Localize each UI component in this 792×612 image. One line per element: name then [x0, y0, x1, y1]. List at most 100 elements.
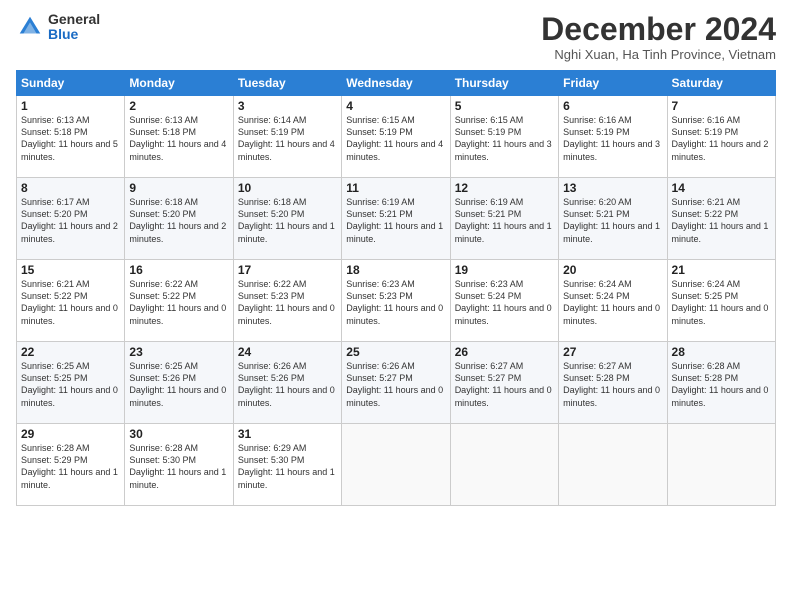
cell-info: Sunrise: 6:26 AM Sunset: 5:27 PM Dayligh…: [346, 360, 445, 409]
day-number: 1: [21, 99, 120, 113]
day-number: 21: [672, 263, 771, 277]
calendar-cell: 19 Sunrise: 6:23 AM Sunset: 5:24 PM Dayl…: [450, 260, 558, 342]
day-number: 9: [129, 181, 228, 195]
calendar-cell: 25 Sunrise: 6:26 AM Sunset: 5:27 PM Dayl…: [342, 342, 450, 424]
day-number: 2: [129, 99, 228, 113]
calendar-cell: 22 Sunrise: 6:25 AM Sunset: 5:25 PM Dayl…: [17, 342, 125, 424]
day-number: 4: [346, 99, 445, 113]
day-number: 30: [129, 427, 228, 441]
day-number: 8: [21, 181, 120, 195]
calendar-cell: [559, 424, 667, 506]
day-number: 20: [563, 263, 662, 277]
cell-info: Sunrise: 6:18 AM Sunset: 5:20 PM Dayligh…: [238, 196, 337, 245]
day-number: 22: [21, 345, 120, 359]
cell-info: Sunrise: 6:25 AM Sunset: 5:25 PM Dayligh…: [21, 360, 120, 409]
calendar-cell: [450, 424, 558, 506]
logo-general: General: [48, 12, 100, 27]
logo-blue: Blue: [48, 27, 100, 42]
calendar-cell: 3 Sunrise: 6:14 AM Sunset: 5:19 PM Dayli…: [233, 96, 341, 178]
calendar-cell: 14 Sunrise: 6:21 AM Sunset: 5:22 PM Dayl…: [667, 178, 775, 260]
calendar-cell: 28 Sunrise: 6:28 AM Sunset: 5:28 PM Dayl…: [667, 342, 775, 424]
cell-info: Sunrise: 6:17 AM Sunset: 5:20 PM Dayligh…: [21, 196, 120, 245]
month-title: December 2024: [541, 12, 776, 47]
cell-info: Sunrise: 6:28 AM Sunset: 5:29 PM Dayligh…: [21, 442, 120, 491]
weekday-header-wednesday: Wednesday: [342, 71, 450, 96]
day-number: 13: [563, 181, 662, 195]
calendar-cell: 13 Sunrise: 6:20 AM Sunset: 5:21 PM Dayl…: [559, 178, 667, 260]
calendar-cell: 29 Sunrise: 6:28 AM Sunset: 5:29 PM Dayl…: [17, 424, 125, 506]
cell-info: Sunrise: 6:14 AM Sunset: 5:19 PM Dayligh…: [238, 114, 337, 163]
cell-info: Sunrise: 6:26 AM Sunset: 5:26 PM Dayligh…: [238, 360, 337, 409]
cell-info: Sunrise: 6:27 AM Sunset: 5:28 PM Dayligh…: [563, 360, 662, 409]
calendar-cell: 17 Sunrise: 6:22 AM Sunset: 5:23 PM Dayl…: [233, 260, 341, 342]
title-block: December 2024 Nghi Xuan, Ha Tinh Provinc…: [541, 12, 776, 62]
day-number: 23: [129, 345, 228, 359]
calendar-cell: 4 Sunrise: 6:15 AM Sunset: 5:19 PM Dayli…: [342, 96, 450, 178]
calendar-cell: 12 Sunrise: 6:19 AM Sunset: 5:21 PM Dayl…: [450, 178, 558, 260]
calendar-cell: 20 Sunrise: 6:24 AM Sunset: 5:24 PM Dayl…: [559, 260, 667, 342]
calendar-cell: 5 Sunrise: 6:15 AM Sunset: 5:19 PM Dayli…: [450, 96, 558, 178]
calendar-week-row: 1 Sunrise: 6:13 AM Sunset: 5:18 PM Dayli…: [17, 96, 776, 178]
day-number: 10: [238, 181, 337, 195]
cell-info: Sunrise: 6:13 AM Sunset: 5:18 PM Dayligh…: [21, 114, 120, 163]
cell-info: Sunrise: 6:29 AM Sunset: 5:30 PM Dayligh…: [238, 442, 337, 491]
cell-info: Sunrise: 6:20 AM Sunset: 5:21 PM Dayligh…: [563, 196, 662, 245]
day-number: 29: [21, 427, 120, 441]
cell-info: Sunrise: 6:25 AM Sunset: 5:26 PM Dayligh…: [129, 360, 228, 409]
day-number: 3: [238, 99, 337, 113]
calendar-cell: 2 Sunrise: 6:13 AM Sunset: 5:18 PM Dayli…: [125, 96, 233, 178]
calendar-cell: 7 Sunrise: 6:16 AM Sunset: 5:19 PM Dayli…: [667, 96, 775, 178]
day-number: 25: [346, 345, 445, 359]
calendar-week-row: 29 Sunrise: 6:28 AM Sunset: 5:29 PM Dayl…: [17, 424, 776, 506]
calendar-week-row: 15 Sunrise: 6:21 AM Sunset: 5:22 PM Dayl…: [17, 260, 776, 342]
calendar-cell: 18 Sunrise: 6:23 AM Sunset: 5:23 PM Dayl…: [342, 260, 450, 342]
calendar-cell: 31 Sunrise: 6:29 AM Sunset: 5:30 PM Dayl…: [233, 424, 341, 506]
calendar-cell: 6 Sunrise: 6:16 AM Sunset: 5:19 PM Dayli…: [559, 96, 667, 178]
day-number: 6: [563, 99, 662, 113]
cell-info: Sunrise: 6:16 AM Sunset: 5:19 PM Dayligh…: [563, 114, 662, 163]
day-number: 27: [563, 345, 662, 359]
cell-info: Sunrise: 6:21 AM Sunset: 5:22 PM Dayligh…: [672, 196, 771, 245]
day-number: 11: [346, 181, 445, 195]
calendar-cell: 10 Sunrise: 6:18 AM Sunset: 5:20 PM Dayl…: [233, 178, 341, 260]
cell-info: Sunrise: 6:23 AM Sunset: 5:24 PM Dayligh…: [455, 278, 554, 327]
cell-info: Sunrise: 6:27 AM Sunset: 5:27 PM Dayligh…: [455, 360, 554, 409]
calendar-cell: 21 Sunrise: 6:24 AM Sunset: 5:25 PM Dayl…: [667, 260, 775, 342]
weekday-header-thursday: Thursday: [450, 71, 558, 96]
day-number: 24: [238, 345, 337, 359]
calendar-week-row: 8 Sunrise: 6:17 AM Sunset: 5:20 PM Dayli…: [17, 178, 776, 260]
day-number: 16: [129, 263, 228, 277]
weekday-header-monday: Monday: [125, 71, 233, 96]
logo-text: General Blue: [48, 12, 100, 43]
cell-info: Sunrise: 6:21 AM Sunset: 5:22 PM Dayligh…: [21, 278, 120, 327]
cell-info: Sunrise: 6:19 AM Sunset: 5:21 PM Dayligh…: [346, 196, 445, 245]
day-number: 28: [672, 345, 771, 359]
day-number: 19: [455, 263, 554, 277]
day-number: 18: [346, 263, 445, 277]
cell-info: Sunrise: 6:18 AM Sunset: 5:20 PM Dayligh…: [129, 196, 228, 245]
logo: General Blue: [16, 12, 100, 43]
cell-info: Sunrise: 6:28 AM Sunset: 5:28 PM Dayligh…: [672, 360, 771, 409]
header: General Blue December 2024 Nghi Xuan, Ha…: [16, 12, 776, 62]
cell-info: Sunrise: 6:28 AM Sunset: 5:30 PM Dayligh…: [129, 442, 228, 491]
calendar-cell: 8 Sunrise: 6:17 AM Sunset: 5:20 PM Dayli…: [17, 178, 125, 260]
cell-info: Sunrise: 6:16 AM Sunset: 5:19 PM Dayligh…: [672, 114, 771, 163]
calendar-table: SundayMondayTuesdayWednesdayThursdayFrid…: [16, 70, 776, 506]
calendar-cell: 27 Sunrise: 6:27 AM Sunset: 5:28 PM Dayl…: [559, 342, 667, 424]
cell-info: Sunrise: 6:13 AM Sunset: 5:18 PM Dayligh…: [129, 114, 228, 163]
cell-info: Sunrise: 6:15 AM Sunset: 5:19 PM Dayligh…: [455, 114, 554, 163]
calendar-cell: 9 Sunrise: 6:18 AM Sunset: 5:20 PM Dayli…: [125, 178, 233, 260]
calendar-cell: 16 Sunrise: 6:22 AM Sunset: 5:22 PM Dayl…: [125, 260, 233, 342]
cell-info: Sunrise: 6:23 AM Sunset: 5:23 PM Dayligh…: [346, 278, 445, 327]
day-number: 17: [238, 263, 337, 277]
day-number: 26: [455, 345, 554, 359]
day-number: 15: [21, 263, 120, 277]
calendar-week-row: 22 Sunrise: 6:25 AM Sunset: 5:25 PM Dayl…: [17, 342, 776, 424]
calendar-cell: 1 Sunrise: 6:13 AM Sunset: 5:18 PM Dayli…: [17, 96, 125, 178]
day-number: 31: [238, 427, 337, 441]
cell-info: Sunrise: 6:22 AM Sunset: 5:22 PM Dayligh…: [129, 278, 228, 327]
day-number: 5: [455, 99, 554, 113]
weekday-header-tuesday: Tuesday: [233, 71, 341, 96]
day-number: 12: [455, 181, 554, 195]
calendar-cell: 30 Sunrise: 6:28 AM Sunset: 5:30 PM Dayl…: [125, 424, 233, 506]
